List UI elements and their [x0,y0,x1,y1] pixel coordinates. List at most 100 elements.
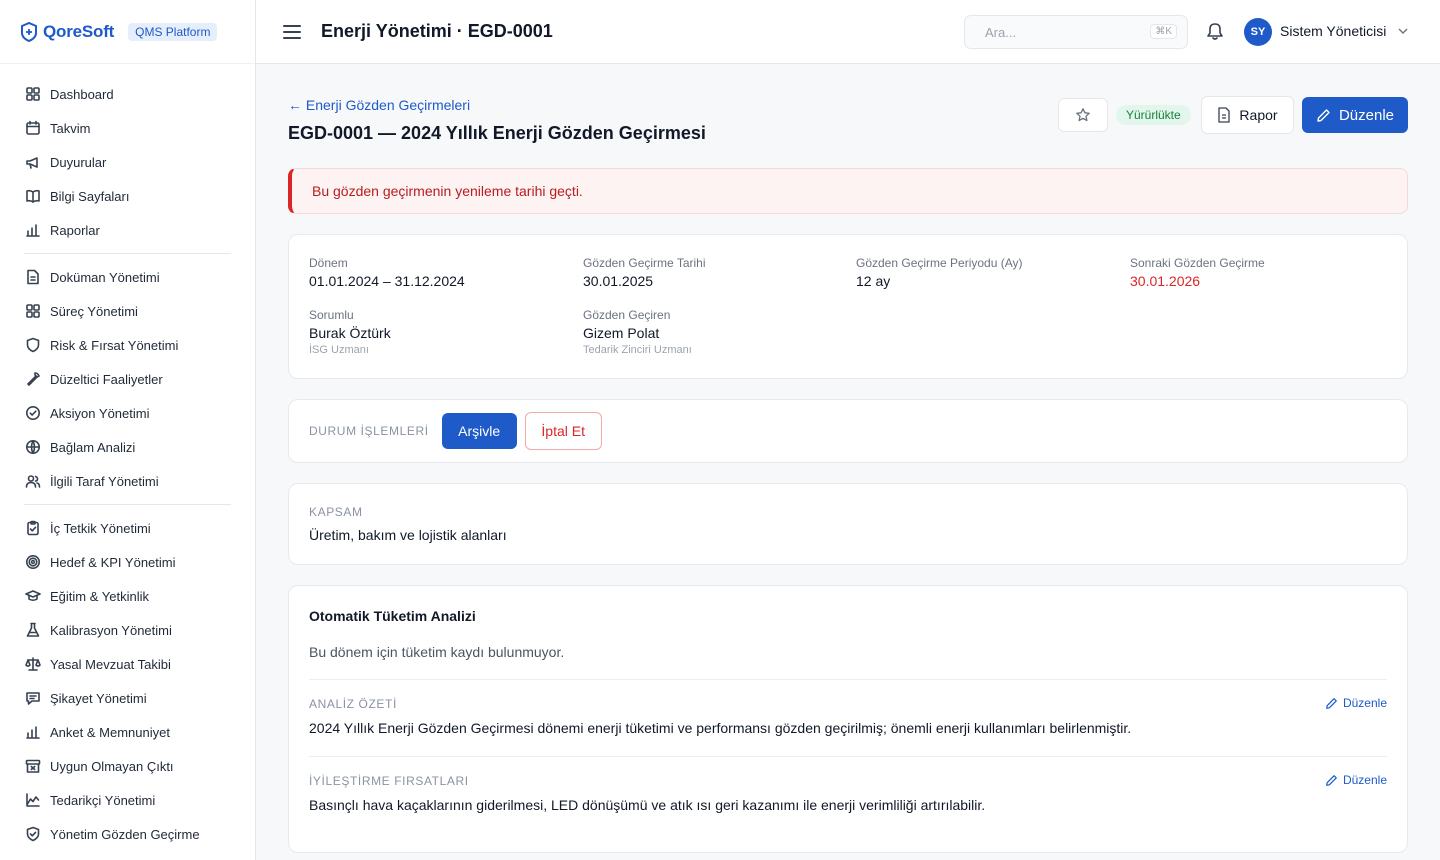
calendar-icon [24,120,41,137]
pencil-icon [1317,108,1330,122]
field-value: 30.01.2025 [583,273,654,289]
opportunities-edit-button[interactable]: Düzenle [1325,773,1387,787]
scope-card: KAPSAM Üretim, bakım ve lojistik alanlar… [288,483,1408,565]
bar-chart-icon [24,222,41,239]
menu-toggle-icon[interactable] [283,24,301,39]
sidebar-item-label: Tedarikçi Yönetimi [50,792,156,808]
sidebar-item[interactable]: Eğitim & Yetkinlik [0,579,255,613]
message-icon [24,690,41,707]
scope-value: Üretim, bakım ve lojistik alanları [309,527,507,543]
target-icon [24,554,41,571]
report-button-label: Rapor [1239,107,1278,123]
sidebar-item[interactable]: Yönetim Gözden Geçirme [0,817,255,851]
sidebar-item-label: Bilgi Sayfaları [50,188,130,204]
edit-label: Düzenle [1342,773,1387,787]
field-review-date: Gözden Geçirme Tarihi 30.01.2025 [583,256,706,289]
analysis-card: Otomatik Tüketim Analizi Bu dönem için t… [288,585,1408,853]
divider [309,756,1387,757]
sidebar-item[interactable]: İlgili Taraf Yönetimi [0,464,255,498]
avatar[interactable]: SY [1244,18,1272,46]
analysis-empty-text: Bu dönem için tüketim kaydı bulunmuyor. [309,644,565,660]
flask-icon [24,622,41,639]
grid-icon [24,303,41,320]
field-label: Sonraki Gözden Geçirme [1130,256,1265,270]
sidebar-item[interactable]: Doküman Yönetimi [0,260,255,294]
bell-icon[interactable] [1206,21,1224,41]
sidebar-item-label: Anket & Memnuniyet [50,724,170,740]
sidebar-item-label: Risk & Fırsat Yönetimi [50,337,179,353]
document-icon [24,269,41,286]
pencil-icon [1326,697,1337,709]
sidebar-item-label: Şikayet Yönetimi [50,690,147,706]
chevron-down-icon[interactable] [1397,25,1409,37]
sidebar-item-label: Düzeltici Faaliyetler [50,371,163,387]
sidebar-item[interactable]: Hedef & KPI Yönetimi [0,545,255,579]
sidebar-item-label: Dashboard [50,86,114,102]
sidebar-item[interactable]: Bağlam Analizi [0,430,255,464]
document-icon [1218,107,1231,123]
sidebar-item[interactable]: Uygun Olmayan Çıktı [0,749,255,783]
sidebar-item-label: Bağlam Analizi [50,439,136,455]
field-responsible: Sorumlu Burak Öztürk İSG Uzmanı [309,308,391,356]
sidebar-item[interactable]: Düzeltici Faaliyetler [0,362,255,396]
sidebar-item[interactable]: Dashboard [0,77,255,111]
topbar: Enerji Yönetimi · EGD-0001 ⌘K SY Sistem … [256,0,1440,64]
megaphone-icon [24,154,41,171]
wrench-icon [24,371,41,388]
sidebar-item-label: Süreç Yönetimi [50,303,138,319]
sidebar-item[interactable]: Tedarikçi Yönetimi [0,783,255,817]
alert-text: Bu gözden geçirmenin yenileme tarihi geç… [312,183,583,199]
edit-button[interactable]: Düzenle [1302,97,1408,133]
field-value: 12 ay [856,273,891,289]
shield-icon [24,337,41,354]
area-chart-icon [24,792,41,809]
search-input[interactable] [985,24,1135,40]
summary-edit-button[interactable]: Düzenle [1325,696,1387,710]
sidebar-item[interactable]: Yasal Mevzuat Takibi [0,647,255,681]
analysis-title: Otomatik Tüketim Analizi [309,608,476,624]
field-value: 01.01.2024 – 31.12.2024 [309,273,465,289]
status-actions-card: DURUM İŞLEMLERİ Arşivle İptal Et [288,399,1408,463]
sidebar-item[interactable]: Anket & Memnuniyet [0,715,255,749]
sidebar-item[interactable]: Süreç Yönetimi [0,294,255,328]
sidebar-item-label: İlgili Taraf Yönetimi [50,473,159,489]
user-name[interactable]: Sistem Yöneticisi [1280,23,1386,39]
status-actions-caption: DURUM İŞLEMLERİ [309,424,429,438]
sidebar-item[interactable]: Kalibrasyon Yönetimi [0,613,255,647]
platform-badge: QMS Platform [128,22,218,41]
edit-label: Düzenle [1342,696,1387,710]
clipboard-check-icon [24,520,41,537]
sidebar-item-label: Uygun Olmayan Çıktı [50,758,174,774]
favorite-button[interactable] [1058,98,1108,132]
sidebar-item-label: İç Tetkik Yönetimi [50,520,151,536]
summary-text: 2024 Yıllık Enerji Gözden Geçirmesi döne… [309,720,1132,736]
brand[interactable]: QoreSoft QMS Platform [0,0,255,64]
sidebar-item[interactable]: Aksiyon Yönetimi [0,396,255,430]
field-value: Gizem Polat [583,325,660,341]
opportunities-caption: İYİLEŞTİRME FIRSATLARI [309,774,469,788]
field-reviewer: Gözden Geçiren Gizem Polat Tedarik Zinci… [583,308,692,356]
opportunities-text: Basınçlı hava kaçaklarının giderilmesi, … [309,797,986,813]
sidebar-item-label: Duyurular [50,154,107,170]
search-box[interactable]: ⌘K [964,15,1188,49]
field-role: Tedarik Zinciri Uzmanı [583,344,692,356]
star-icon [1076,108,1090,122]
cancel-button[interactable]: İptal Et [524,412,602,450]
field-label: Gözden Geçirme Tarihi [583,256,706,270]
graduation-cap-icon [24,588,41,605]
field-label: Dönem [309,256,348,270]
report-button[interactable]: Rapor [1201,96,1294,134]
sidebar-nav: Dashboard Takvim Duyurular Bilgi Sayfaları R… [0,64,255,851]
sidebar-item[interactable]: İç Tetkik Yönetimi [0,511,255,545]
archive-x-icon [24,758,41,775]
sidebar-item[interactable]: Raporlar [0,213,255,247]
sidebar-item[interactable]: Risk & Fırsat Yönetimi [0,328,255,362]
sidebar-item[interactable]: Bilgi Sayfaları [0,179,255,213]
sidebar-item[interactable]: Duyurular [0,145,255,179]
sidebar-item[interactable]: Takvim [0,111,255,145]
search-shortcut: ⌘K [1150,24,1177,39]
back-link[interactable]: ← Enerji Gözden Geçirmeleri [288,97,470,113]
sidebar-item[interactable]: Şikayet Yönetimi [0,681,255,715]
archive-button[interactable]: Arşivle [441,413,517,449]
sidebar: QoreSoft QMS Platform Dashboard Takvim Duy… [0,0,256,860]
